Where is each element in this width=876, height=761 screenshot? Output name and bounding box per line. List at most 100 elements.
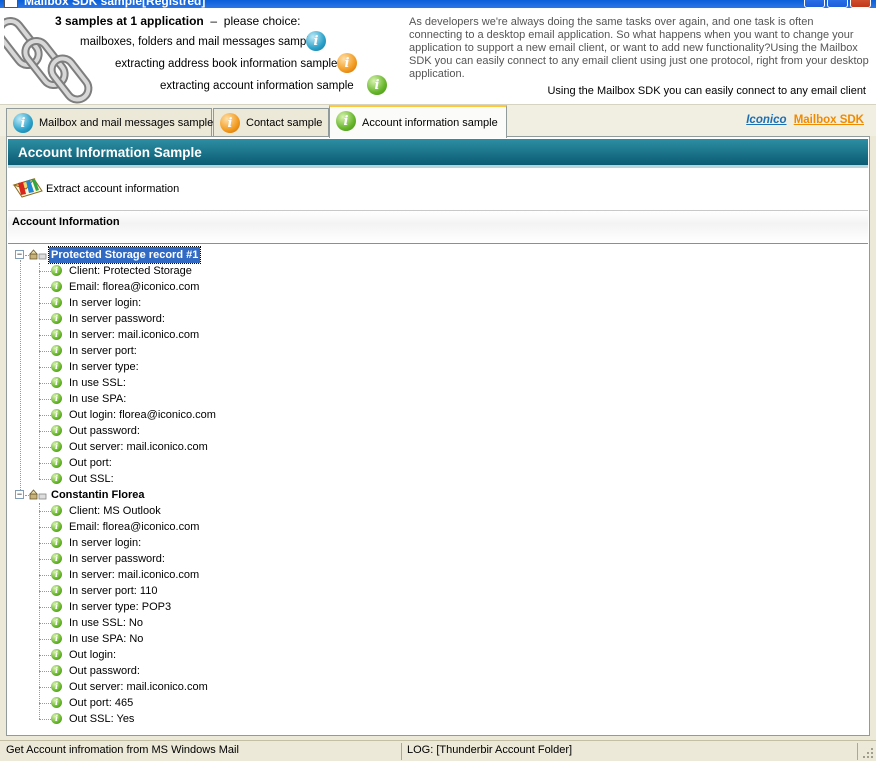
tree-connector xyxy=(39,431,51,432)
tree-connector xyxy=(39,271,51,272)
tree-leaf-label: Out login: xyxy=(69,649,117,661)
samples-prompt: please choice: xyxy=(223,14,301,28)
info-green-icon: i xyxy=(51,265,62,276)
samples-count: 3 samples at 1 application xyxy=(55,14,204,28)
tree-leaf-label: In server: mail.iconico.com xyxy=(69,329,200,341)
section-title: Account Information Sample xyxy=(8,139,868,168)
tree-leaf-label: In use SPA: No xyxy=(69,633,144,645)
info-green-icon: i xyxy=(51,329,62,340)
info-green-icon: i xyxy=(51,521,62,532)
info-green-icon: i xyxy=(51,569,62,580)
tree-leaf-label: In server password: xyxy=(69,313,165,325)
tree-leaf-label: In server type: xyxy=(69,361,139,373)
brand-links: Iconico Mailbox SDK xyxy=(746,114,864,126)
tree-leaf-label: Out password: xyxy=(69,665,140,677)
tree-connector xyxy=(39,527,51,528)
info-green-icon: i xyxy=(51,665,62,676)
minimize-button[interactable] xyxy=(804,0,825,8)
info-green-icon: i xyxy=(51,345,62,356)
tree-connector xyxy=(39,703,51,704)
app-icon[interactable] xyxy=(4,0,18,8)
info-green-icon: i xyxy=(51,425,62,436)
tree-leaf-label: In server port: 110 xyxy=(69,585,158,597)
tree-connector xyxy=(39,351,51,352)
extract-account-button[interactable]: Extract account information xyxy=(10,177,179,201)
tree-connector xyxy=(39,415,51,416)
account-icon xyxy=(29,489,47,500)
tree-root-label[interactable]: Protected Storage record #1 xyxy=(47,246,202,264)
account-info-sample-link[interactable]: extracting account information sample xyxy=(160,80,354,92)
info-green-icon: i xyxy=(51,361,62,372)
mailbox-sdk-link[interactable]: Mailbox SDK xyxy=(794,114,864,126)
tab-mailbox[interactable]: i Mailbox and mail messages sample xyxy=(6,108,213,137)
tree-connector xyxy=(39,367,51,368)
info-green-icon: i xyxy=(51,505,62,516)
info-orange-icon: i xyxy=(220,113,240,133)
info-orange-icon[interactable]: i xyxy=(337,53,357,73)
close-button[interactable] xyxy=(850,0,871,8)
tree-connector xyxy=(39,591,51,592)
info-green-icon: i xyxy=(51,617,62,628)
info-green-icon: i xyxy=(51,457,62,468)
intro-text: As developers we're always doing the sam… xyxy=(409,16,869,80)
status-left: Get Account infromation from MS Windows … xyxy=(2,743,402,760)
tree-leaf-label: Out SSL: Yes xyxy=(69,713,135,725)
tree-connector xyxy=(39,655,51,656)
tree-connector xyxy=(39,319,51,320)
tree-connector xyxy=(39,479,51,480)
tree-leaf-label: In use SSL: xyxy=(69,377,126,389)
tree-root-label[interactable]: Constantin Florea xyxy=(49,487,147,503)
extract-button-label: Extract account information xyxy=(46,183,180,195)
info-green-icon: i xyxy=(51,649,62,660)
window-title: Mailbox SDK sample[Registred] xyxy=(24,0,206,8)
status-bar: Get Account infromation from MS Windows … xyxy=(0,740,876,761)
info-blue-icon[interactable]: i xyxy=(306,31,326,51)
iconico-link[interactable]: Iconico xyxy=(746,114,786,126)
tab-label: Contact sample xyxy=(246,117,323,129)
tree-connector xyxy=(39,543,51,544)
tab-account-info[interactable]: i Account information sample xyxy=(329,105,507,138)
tree-leaf-label: Out password: xyxy=(69,425,140,437)
collapse-toggle[interactable]: − xyxy=(15,250,24,259)
tree-connector xyxy=(39,335,51,336)
tree-connector xyxy=(20,260,21,490)
main-panel: Account Information Sample Extract accou… xyxy=(6,136,870,736)
tab-contact[interactable]: i Contact sample xyxy=(213,108,329,137)
header-panel: 3 samples at 1 application – please choi… xyxy=(0,8,876,104)
info-green-icon: i xyxy=(51,281,62,292)
tree-leaf-label: In server port: xyxy=(69,345,137,357)
maximize-button[interactable] xyxy=(827,0,848,8)
samples-dash: – xyxy=(210,14,218,28)
info-green-icon: i xyxy=(336,111,356,131)
tree-leaf-label: In server: mail.iconico.com xyxy=(69,569,200,581)
info-green-icon: i xyxy=(51,697,62,708)
tree-leaf-label: In server type: POP3 xyxy=(69,601,172,613)
resize-grip-icon[interactable] xyxy=(862,747,874,759)
tree-connector xyxy=(39,463,51,464)
status-log: LOG: [Thunderbir Account Folder] xyxy=(403,743,858,760)
tree-connector xyxy=(39,559,51,560)
info-green-icon: i xyxy=(51,409,62,420)
collapse-toggle[interactable]: − xyxy=(15,490,24,499)
info-blue-icon: i xyxy=(13,113,33,133)
info-green-icon: i xyxy=(51,377,62,388)
tree-leaf-label: Out login: florea@iconico.com xyxy=(69,409,216,421)
info-green-icon: i xyxy=(51,393,62,404)
info-green-icon: i xyxy=(51,537,62,548)
info-green-icon[interactable]: i xyxy=(367,75,387,95)
info-green-icon: i xyxy=(51,441,62,452)
tree-leaf-label: Email: florea@iconico.com xyxy=(69,281,200,293)
tree-leaf-label: Email: florea@iconico.com xyxy=(69,521,200,533)
info-green-icon: i xyxy=(51,601,62,612)
tree-leaf-label: In use SSL: No xyxy=(69,617,143,629)
info-green-icon: i xyxy=(51,313,62,324)
tree-leaf-label: Out port: 465 xyxy=(69,697,134,709)
tree-connector xyxy=(39,607,51,608)
tree-connector xyxy=(39,511,51,512)
tree-leaf-label: Client: MS Outlook xyxy=(69,505,161,517)
mailbox-sample-link[interactable]: mailboxes, folders and mail messages sam… xyxy=(80,36,315,48)
tree-leaf-label: In use SPA: xyxy=(69,393,127,405)
tree-leaf-label: In server login: xyxy=(69,297,142,309)
tree-connector xyxy=(39,719,51,720)
address-book-sample-link[interactable]: extracting address book information samp… xyxy=(115,58,337,70)
